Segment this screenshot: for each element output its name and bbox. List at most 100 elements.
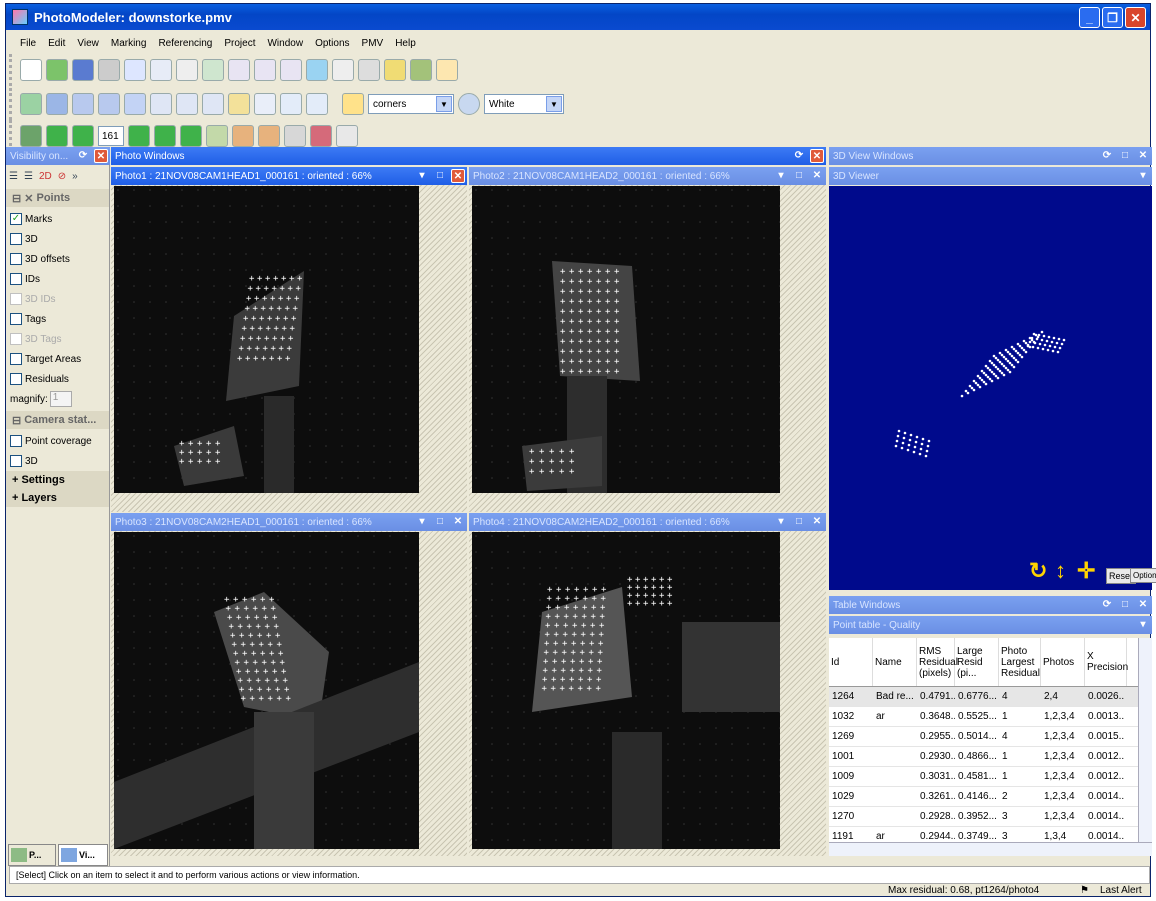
table-row[interactable]: 1269 0.2955...0.5014... 4 1,2,3,4 0.0015.. bbox=[829, 727, 1152, 747]
2d-export-icon[interactable] bbox=[232, 125, 254, 147]
photo-image[interactable]: + + + + + + + + + + + + + + + + + + + + + + + + + + + + + + + + + + + + + + + +… bbox=[114, 532, 419, 849]
checkbox-row[interactable]: 3D offsets bbox=[6, 249, 109, 269]
chevron-down-icon[interactable]: ▾ bbox=[774, 515, 788, 529]
pin-icon[interactable]: ⟳ bbox=[1100, 598, 1114, 612]
photo-window-header[interactable]: Photo1 : 21NOV08CAM1HEAD1_000161 : orien… bbox=[111, 167, 467, 185]
checkbox-icon[interactable] bbox=[10, 313, 22, 325]
2d-toggle-icon[interactable]: ⊘ bbox=[58, 171, 66, 182]
chevron-down-icon[interactable]: ▾ bbox=[415, 515, 429, 529]
ruler-icon[interactable] bbox=[228, 93, 250, 115]
column-header[interactable]: RMS Residual (pixels) bbox=[917, 638, 958, 686]
last-frame-icon[interactable] bbox=[180, 125, 202, 147]
maximize-icon[interactable]: □ bbox=[792, 169, 806, 183]
chevron-down-icon[interactable]: ▾ bbox=[1136, 169, 1150, 183]
checkbox-row[interactable]: IDs bbox=[6, 269, 109, 289]
pin-icon[interactable]: ⟳ bbox=[76, 149, 90, 163]
checkbox-row[interactable]: Target Areas bbox=[6, 349, 109, 369]
checkbox-icon[interactable] bbox=[10, 373, 22, 385]
menu-edit[interactable]: Edit bbox=[48, 38, 65, 49]
options-button[interactable]: Options bbox=[1130, 568, 1156, 583]
chevron-down-icon[interactable]: ▾ bbox=[774, 169, 788, 183]
column-header[interactable]: X Precision bbox=[1085, 638, 1128, 686]
3d-viewer-canvas[interactable]: ↻ ↕ ✛ Reset Options bbox=[829, 186, 1156, 590]
photo-image[interactable]: + + + + + + + + + + + + + + + + + + + + + + + + + + + + + + + + + + + + + + + +… bbox=[472, 186, 780, 493]
photo-view2-icon[interactable] bbox=[72, 93, 94, 115]
checkbox-icon[interactable] bbox=[10, 233, 22, 245]
column-header[interactable]: Id bbox=[829, 638, 873, 686]
window-icon[interactable] bbox=[176, 93, 198, 115]
track-icon[interactable] bbox=[336, 125, 358, 147]
chevron-down-icon[interactable]: ▼ bbox=[546, 96, 562, 112]
checkbox-row[interactable]: Residuals bbox=[6, 369, 109, 389]
frame-list-icon[interactable] bbox=[20, 125, 42, 147]
maximize-icon[interactable]: □ bbox=[433, 169, 447, 183]
checkbox-icon[interactable] bbox=[10, 333, 22, 345]
photo-window-header[interactable]: Photo3 : 21NOV08CAM2HEAD1_000161 : orien… bbox=[111, 513, 467, 531]
photo-view-icon[interactable] bbox=[46, 93, 68, 115]
magnify-input[interactable]: 1 bbox=[49, 391, 72, 407]
photo-window-header[interactable]: Photo2 : 21NOV08CAM1HEAD2_000161 : orien… bbox=[469, 167, 826, 185]
select-multi-icon[interactable] bbox=[150, 59, 172, 81]
checkbox-icon[interactable] bbox=[10, 273, 22, 285]
first-frame-icon[interactable] bbox=[46, 125, 68, 147]
table-row[interactable]: 1270 0.2928...0.3952... 3 1,2,3,4 0.0014.. bbox=[829, 807, 1152, 827]
close-icon[interactable]: ✕ bbox=[810, 149, 824, 163]
next-frames-icon[interactable] bbox=[154, 125, 176, 147]
open-photo-icon[interactable] bbox=[20, 93, 42, 115]
undo-icon[interactable] bbox=[98, 59, 120, 81]
menu-options[interactable]: Options bbox=[315, 38, 349, 49]
select-arrow-icon[interactable] bbox=[124, 59, 146, 81]
overflow-icon[interactable]: » bbox=[72, 171, 78, 182]
previous-frames-icon[interactable] bbox=[72, 125, 94, 147]
point-table-icon[interactable] bbox=[124, 93, 146, 115]
menu-project[interactable]: Project bbox=[224, 38, 255, 49]
rotate-icon[interactable]: ↻ bbox=[1029, 558, 1047, 584]
reference-icon[interactable] bbox=[358, 59, 380, 81]
grid-icon[interactable] bbox=[306, 93, 328, 115]
frame-number-field[interactable]: 161 bbox=[98, 126, 124, 146]
goto-frame-icon[interactable] bbox=[128, 125, 150, 147]
menu-help[interactable]: Help bbox=[395, 38, 416, 49]
table-row[interactable]: 1029 0.3261...0.4146... 2 1,2,3,4 0.0014.. bbox=[829, 787, 1152, 807]
menu-referencing[interactable]: Referencing bbox=[158, 38, 212, 49]
vertical-scrollbar[interactable] bbox=[1138, 638, 1152, 842]
table-row[interactable]: 1009 0.3031...0.4581... 1 1,2,3,4 0.0012.. bbox=[829, 767, 1152, 787]
layout-icon[interactable] bbox=[150, 93, 172, 115]
checkbox-icon[interactable] bbox=[10, 353, 22, 365]
last-alert-button[interactable]: Last Alert bbox=[1100, 885, 1142, 896]
checkbox-row[interactable]: 3D bbox=[6, 229, 109, 249]
menu-window[interactable]: Window bbox=[267, 38, 303, 49]
maximize-icon[interactable]: □ bbox=[1118, 598, 1132, 612]
pan-icon[interactable]: ✛ bbox=[1077, 558, 1095, 584]
close-icon[interactable]: ✕ bbox=[810, 169, 824, 183]
menu-marking[interactable]: Marking bbox=[111, 38, 147, 49]
checkbox-icon[interactable] bbox=[10, 435, 22, 447]
menu-view[interactable]: View bbox=[77, 38, 99, 49]
chevron-down-icon[interactable]: ▾ bbox=[1136, 618, 1150, 632]
checkbox-row[interactable]: 3D IDs bbox=[6, 289, 109, 309]
open-file-icon[interactable] bbox=[46, 59, 68, 81]
checkbox-row[interactable]: 3D bbox=[6, 451, 109, 471]
tab-visibility[interactable]: Vi... bbox=[58, 844, 108, 866]
table-row[interactable]: 1032 ar 0.3648...0.5525... 1 1,2,3,4 0.0013.. bbox=[829, 707, 1152, 727]
maximize-icon[interactable]: □ bbox=[1118, 149, 1132, 163]
color-select[interactable]: White ▼ bbox=[484, 94, 564, 114]
pin-icon[interactable]: ⟳ bbox=[792, 149, 806, 163]
chevron-down-icon[interactable]: ▾ bbox=[415, 169, 429, 183]
chevron-down-icon[interactable]: ▼ bbox=[436, 96, 452, 112]
photo-image[interactable]: + + + + + + + + + + + + + + + + + + + + + + + + + + + + + + + + + + + + + + + +… bbox=[472, 532, 780, 849]
checkbox-row[interactable]: ✓ Marks bbox=[6, 209, 109, 229]
mark-mode-icon[interactable] bbox=[342, 93, 364, 115]
2d-icon[interactable]: 2D bbox=[39, 171, 52, 182]
checkbox-icon[interactable] bbox=[10, 253, 22, 265]
close-button[interactable]: ✕ bbox=[1125, 7, 1146, 28]
column-header[interactable]: Large Resid (pi... bbox=[955, 638, 999, 686]
points-section-header[interactable]: ⊟ ✕ Points bbox=[6, 189, 109, 207]
maximize-icon[interactable]: □ bbox=[433, 515, 447, 529]
process-icon[interactable] bbox=[384, 59, 406, 81]
edge-tool-icon[interactable] bbox=[332, 59, 354, 81]
close-icon[interactable]: ✕ bbox=[94, 149, 108, 163]
column-header[interactable]: Photos bbox=[1041, 638, 1085, 686]
checkbox-row[interactable]: Point coverage bbox=[6, 431, 109, 451]
frame-save-icon[interactable] bbox=[206, 125, 228, 147]
